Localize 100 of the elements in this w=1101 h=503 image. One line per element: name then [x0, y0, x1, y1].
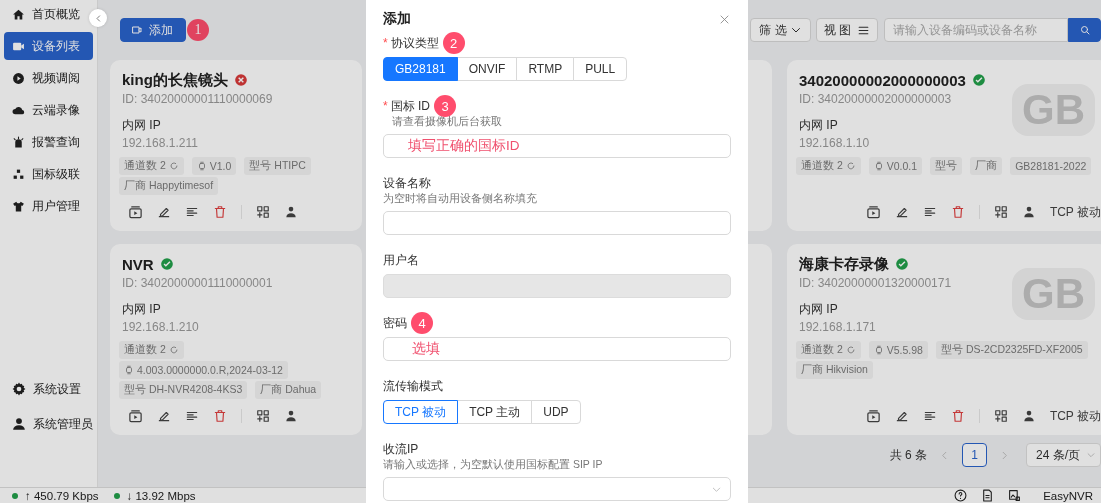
refresh-icon — [845, 345, 856, 355]
step-badge: 3 — [434, 95, 456, 117]
option-button[interactable]: TCP 被动 — [383, 400, 459, 424]
image-icon[interactable] — [1008, 489, 1022, 502]
option-button[interactable]: GB28181 — [383, 57, 458, 81]
ip-address: 192.168.1.210 — [122, 319, 199, 336]
settings-icon — [12, 382, 26, 396]
info-tag: GB28181-2022 — [1010, 157, 1092, 175]
required-mark: * — [383, 99, 388, 113]
info-tag: 通道数 2 — [119, 157, 184, 175]
view-button[interactable]: 视 图 — [815, 18, 878, 42]
total-count: 共 6 条 — [889, 446, 927, 464]
delete-icon[interactable] — [213, 205, 227, 219]
option-button[interactable]: ONVIF — [456, 57, 518, 81]
page-size-select[interactable]: 24 条/页 — [1026, 443, 1101, 467]
align-left-icon[interactable] — [922, 409, 937, 423]
grid-add-icon[interactable] — [993, 409, 1008, 423]
option-button[interactable]: PULL — [573, 57, 628, 81]
person-icon[interactable] — [284, 205, 298, 219]
info-tag: 通道数 2 — [796, 341, 861, 359]
option-button[interactable]: RTMP — [516, 57, 575, 81]
page-button[interactable]: 1 — [962, 443, 987, 467]
help-icon[interactable] — [954, 489, 968, 502]
align-left-icon[interactable] — [922, 205, 937, 219]
grid-add-icon[interactable] — [993, 205, 1008, 219]
play-window-icon[interactable] — [128, 204, 143, 220]
play-window-icon[interactable] — [128, 408, 143, 424]
info-tag: 厂商 Dahua — [255, 381, 322, 399]
info-tag: 型号 HTIPC — [244, 157, 311, 175]
person-icon[interactable] — [1021, 409, 1036, 423]
annotation-text: 选填 — [411, 340, 440, 358]
filter-button[interactable]: 筛 选 — [750, 18, 811, 42]
download-rate: ↓ 13.92 Mbps — [126, 489, 196, 502]
delete-icon[interactable] — [950, 409, 965, 423]
sidebar-item[interactable]: 系统管理员 — [4, 410, 93, 438]
device-id: ID: 34020000001110000069 — [122, 91, 273, 108]
edit-icon[interactable] — [157, 205, 171, 219]
sidebar-item[interactable]: 报警查询 — [4, 128, 93, 156]
field-label: 流传输模式 — [383, 377, 443, 395]
sidebar-item[interactable]: 设备列表 — [4, 32, 93, 60]
edit-icon[interactable] — [894, 205, 909, 219]
option-button[interactable]: UDP — [531, 400, 581, 424]
device-id: ID: 34020000001110000001 — [122, 275, 273, 292]
info-tag: 通道数 2 — [119, 341, 184, 359]
ip-label: 内网 IP — [799, 301, 838, 318]
refresh-icon — [845, 161, 856, 171]
align-left-icon[interactable] — [185, 205, 199, 219]
upload-rate: ↑ 450.79 Kbps — [25, 489, 99, 502]
device-id: ID: 34020000002000000003 — [799, 91, 952, 108]
online-dot — [12, 492, 18, 499]
field-hint: 请输入或选择，为空默认使用国标配置 SIP IP — [383, 457, 604, 471]
sidebar-item[interactable]: 视频调阅 — [4, 64, 93, 92]
input-field[interactable]: 填写正确的国标ID — [383, 134, 731, 158]
dialog-title: 添加 — [383, 10, 411, 28]
sidebar-item[interactable]: 云端录像 — [4, 96, 93, 124]
device-id: ID: 34020000001320000171 — [799, 275, 952, 292]
play-window-icon[interactable] — [865, 408, 881, 424]
ip-label: 内网 IP — [122, 117, 161, 134]
online-dot — [113, 492, 120, 499]
field-label: 用户名 — [383, 251, 419, 269]
delete-icon[interactable] — [950, 205, 965, 219]
add-button[interactable]: 添加 — [120, 18, 186, 42]
ip-address: 192.168.1.10 — [799, 135, 870, 152]
person-icon[interactable] — [284, 409, 298, 423]
document-icon[interactable] — [981, 489, 995, 502]
search-field[interactable]: 请输入设备编码或设备名称 — [884, 18, 1068, 42]
field-hint: 为空时将自动用设备侧名称填充 — [383, 191, 538, 205]
input-field[interactable] — [383, 211, 731, 235]
step-badge: 2 — [442, 32, 465, 54]
play-icon — [12, 71, 25, 85]
person-icon[interactable] — [1021, 205, 1036, 219]
sidebar-item[interactable]: 首页概览 — [4, 0, 93, 28]
step-badge: 1 — [187, 19, 209, 41]
sidebar-item[interactable]: 用户管理 — [4, 192, 93, 220]
input-field[interactable]: 选填 — [383, 337, 731, 361]
delete-icon[interactable] — [213, 409, 227, 423]
play-window-icon[interactable] — [865, 204, 881, 220]
field-label: 密码 — [383, 314, 407, 332]
sidebar-item[interactable]: 国标级联 — [4, 160, 93, 188]
grid-add-icon[interactable] — [256, 409, 270, 423]
search-button[interactable] — [1068, 18, 1101, 42]
field-label: 国标 ID — [390, 97, 430, 115]
info-tag: V5.5.98 — [868, 341, 928, 359]
align-left-icon[interactable] — [185, 409, 199, 423]
grid-add-icon[interactable] — [256, 205, 270, 219]
field-hint: 请查看摄像机后台获取 — [391, 114, 503, 128]
sidebar-item[interactable]: 系统设置 — [4, 375, 93, 403]
edit-icon[interactable] — [157, 409, 171, 423]
home-icon — [12, 7, 25, 21]
add-icon — [131, 24, 143, 36]
info-tag: 4.003.0000000.0.R,2024-03-12 — [119, 361, 288, 379]
select-field[interactable] — [383, 477, 731, 501]
info-tag: 厂商 — [970, 157, 1003, 175]
chevron-down-icon — [1086, 450, 1096, 460]
edit-icon[interactable] — [894, 409, 909, 423]
option-button[interactable]: TCP 主动 — [457, 400, 533, 424]
info-tag: 厂商 Hikvision — [796, 361, 873, 379]
info-tag: 型号 — [930, 157, 963, 175]
ip-address: 192.168.1.211 — [122, 135, 198, 152]
info-tag: V1.0 — [191, 157, 237, 175]
